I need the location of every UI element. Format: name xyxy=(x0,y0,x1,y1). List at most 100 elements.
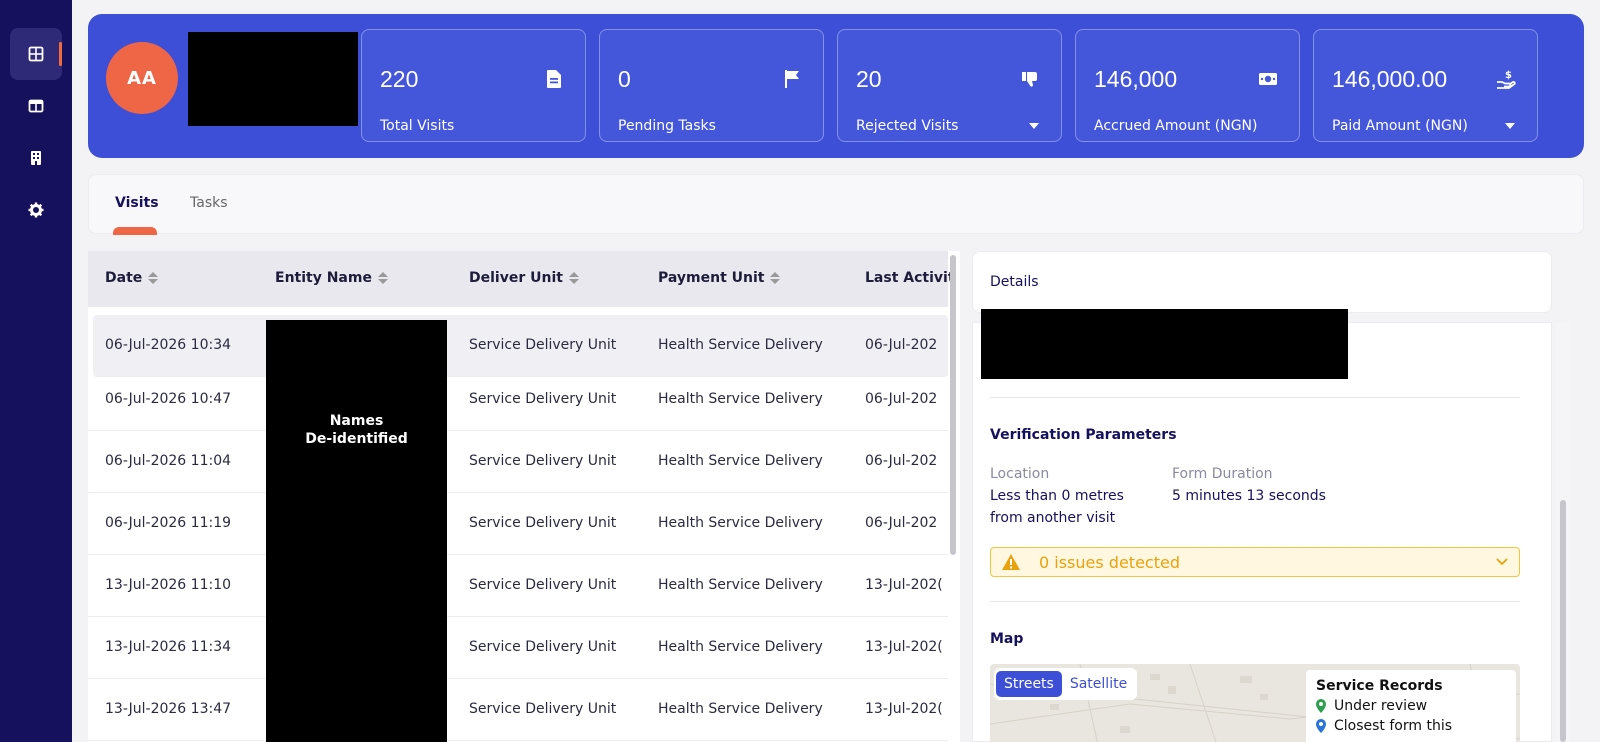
sidebar-item-settings[interactable] xyxy=(10,184,62,236)
sidebar-item-columns[interactable] xyxy=(10,80,62,132)
legend-label: Under review xyxy=(1334,698,1428,714)
scrollbar-thumb[interactable] xyxy=(1560,500,1566,742)
stat-value: 146,000 xyxy=(1094,66,1178,92)
cell-deliver-unit: Service Delivery Unit xyxy=(469,577,617,593)
cell-deliver-unit: Service Delivery Unit xyxy=(469,337,617,353)
details-title: Details xyxy=(990,274,1039,290)
cell-deliver-unit: Service Delivery Unit xyxy=(469,453,617,469)
redaction-label: Names De-identified xyxy=(266,412,447,448)
avatar[interactable]: AA xyxy=(106,42,178,114)
stat-card-rejected-visits[interactable]: 20 Rejected Visits xyxy=(837,29,1062,142)
cell-last-activity: 13-Jul-202( xyxy=(865,701,943,717)
stat-value: 220 xyxy=(380,66,419,92)
money-icon xyxy=(1257,68,1279,90)
table-row[interactable]: 06-Jul-2026 10:34 Service Delivery Unit … xyxy=(93,315,948,377)
table-row[interactable]: 13-Jul-2026 11:34 Service Delivery Unit … xyxy=(88,617,948,679)
stat-card-paid-amount[interactable]: 146,000.00 Paid Amount (NGN) $ xyxy=(1313,29,1538,142)
redaction-label-line: Names xyxy=(329,413,384,429)
cell-date: 13-Jul-2026 11:34 xyxy=(105,639,232,655)
table-row[interactable]: 06-Jul-2026 11:19 Service Delivery Unit … xyxy=(88,493,948,555)
table-row[interactable]: 06-Jul-2026 10:47 Service Delivery Unit … xyxy=(88,369,948,431)
redaction-label-line: De-identified xyxy=(305,431,408,447)
map-view[interactable]: Streets Satellite Service Records Under … xyxy=(990,664,1520,742)
sort-icon[interactable] xyxy=(377,272,388,284)
column-header-date[interactable]: Date xyxy=(105,270,159,286)
sidebar xyxy=(0,0,72,742)
location-value: Less than 0 metres from another visit xyxy=(990,488,1124,526)
verification-title: Verification Parameters xyxy=(990,427,1177,443)
cell-date: 06-Jul-2026 11:19 xyxy=(105,515,232,531)
cell-payment-unit: Health Service Delivery xyxy=(658,453,823,469)
stat-value: 0 xyxy=(618,66,631,92)
map-satellite-button[interactable]: Satellite xyxy=(1062,671,1135,697)
cell-payment-unit: Health Service Delivery xyxy=(658,515,823,531)
thumbs-down-icon xyxy=(1019,68,1041,90)
sort-icon[interactable] xyxy=(770,272,781,284)
columns-icon xyxy=(28,99,44,113)
chevron-down-icon[interactable] xyxy=(1029,123,1039,129)
stat-label: Total Visits xyxy=(380,118,455,134)
stat-card-total-visits[interactable]: 220 Total Visits xyxy=(361,29,586,142)
sort-icon[interactable] xyxy=(568,272,579,284)
chevron-down-icon[interactable] xyxy=(1505,123,1515,129)
legend-item-under-review: Under review xyxy=(1316,698,1506,714)
stat-card-accrued-amount[interactable]: 146,000 Accrued Amount (NGN) xyxy=(1075,29,1300,142)
cell-payment-unit: Health Service Delivery xyxy=(658,639,823,655)
cell-deliver-unit: Service Delivery Unit xyxy=(469,515,617,531)
column-header-label: Payment Unit xyxy=(658,270,765,286)
building-icon xyxy=(31,151,41,165)
green-pin-icon xyxy=(1316,699,1326,713)
form-duration-label: Form Duration xyxy=(1172,466,1273,482)
cell-payment-unit: Health Service Delivery xyxy=(658,701,823,717)
stat-value: 146,000.00 xyxy=(1332,66,1448,92)
column-header-label: Deliver Unit xyxy=(469,270,563,286)
map-legend: Service Records Under review Closest for… xyxy=(1306,670,1516,742)
form-duration-value: 5 minutes 13 seconds xyxy=(1172,488,1326,504)
column-header-label: Last Activit xyxy=(865,270,955,286)
sidebar-item-building[interactable] xyxy=(10,132,62,184)
cell-payment-unit: Health Service Delivery xyxy=(658,577,823,593)
cell-deliver-unit: Service Delivery Unit xyxy=(469,391,617,407)
stat-label: Rejected Visits xyxy=(856,118,959,134)
cell-payment-unit: Health Service Delivery xyxy=(658,391,823,407)
details-scrollbar[interactable] xyxy=(1556,322,1570,742)
cell-date: 13-Jul-2026 11:10 xyxy=(105,577,232,593)
legend-item-closest: Closest form this xyxy=(1316,718,1506,734)
active-tab-indicator xyxy=(113,227,157,235)
map-title: Map xyxy=(990,631,1024,647)
table-row[interactable]: 06-Jul-2026 11:04 Service Delivery Unit … xyxy=(88,431,948,493)
cell-date: 13-Jul-2026 13:47 xyxy=(105,701,232,717)
cell-last-activity: 06-Jul-202 xyxy=(865,391,938,407)
column-header-label: Date xyxy=(105,270,143,286)
flag-icon xyxy=(781,68,803,90)
tab-tasks[interactable]: Tasks xyxy=(190,195,228,211)
table-row[interactable]: 13-Jul-2026 11:10 Service Delivery Unit … xyxy=(88,555,948,617)
issues-text: 0 issues detected xyxy=(1039,553,1180,572)
table-row[interactable]: 13-Jul-2026 13:47 Service Delivery Unit … xyxy=(88,679,948,741)
cell-deliver-unit: Service Delivery Unit xyxy=(469,701,617,717)
cell-last-activity: 06-Jul-202 xyxy=(865,515,938,531)
cell-deliver-unit: Service Delivery Unit xyxy=(469,639,617,655)
column-header-payment-unit[interactable]: Payment Unit xyxy=(658,270,781,286)
sidebar-item-dashboard[interactable] xyxy=(10,28,62,80)
cell-last-activity: 13-Jul-202( xyxy=(865,639,943,655)
column-header-label: Entity Name xyxy=(275,270,372,286)
column-header-deliver-unit[interactable]: Deliver Unit xyxy=(469,270,579,286)
tab-visits[interactable]: Visits xyxy=(115,195,159,211)
sort-icon[interactable] xyxy=(148,272,159,284)
issues-accordion[interactable]: 0 issues detected xyxy=(990,547,1520,577)
map-streets-button[interactable]: Streets xyxy=(996,671,1062,697)
stat-card-pending-tasks[interactable]: 0 Pending Tasks xyxy=(599,29,824,142)
divider xyxy=(990,397,1520,398)
table-scrollbar[interactable] xyxy=(950,255,956,555)
gear-icon xyxy=(28,202,44,218)
stat-label: Paid Amount (NGN) xyxy=(1332,118,1468,134)
column-header-last-activity[interactable]: Last Activit xyxy=(865,270,955,286)
cell-date: 06-Jul-2026 10:34 xyxy=(105,337,232,353)
divider xyxy=(990,601,1520,602)
cell-date: 06-Jul-2026 10:47 xyxy=(105,391,232,407)
svg-text:$: $ xyxy=(1505,70,1512,81)
column-header-entity-name[interactable]: Entity Name xyxy=(275,270,388,286)
map-style-toggle: Streets Satellite xyxy=(994,668,1138,700)
legend-title: Service Records xyxy=(1316,678,1443,694)
